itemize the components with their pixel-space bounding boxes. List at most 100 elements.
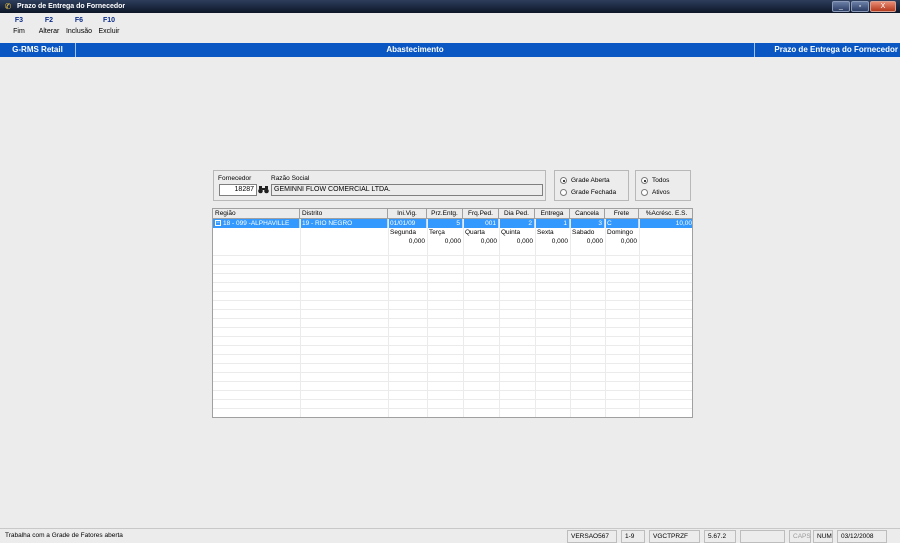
subcol-quinta: Quinta: [501, 229, 521, 236]
supplier-name-field: GEMINNI FLOW COMERCIAL LTDA.: [271, 184, 543, 196]
supplier-group: Fornecedor Razão Social 18287 GEMINNI FL…: [213, 170, 546, 201]
function-key-toolbar: F3 Fim F2 Alterar F6 Inclusão F10 Exclui…: [0, 13, 900, 42]
cell-frete: C: [605, 219, 639, 228]
grid-row-line: [213, 417, 693, 418]
minimize-button[interactable]: _: [832, 1, 850, 12]
grid-col-line: [388, 219, 389, 417]
val-quarta[interactable]: 0,000: [463, 237, 499, 246]
excluir-button[interactable]: F10 Excluir: [94, 13, 124, 42]
radio-label: Grade Aberta: [571, 177, 610, 184]
col-dia-ped[interactable]: Dia Ped.: [499, 209, 535, 219]
col-entrega[interactable]: Entrega: [535, 209, 570, 219]
grid-row-line: [213, 255, 692, 256]
col-acresc[interactable]: %Acrésc. E.S.: [639, 209, 692, 219]
cell-ini-vig: 01/01/09: [388, 219, 427, 228]
subcol-segunda: Segunda: [390, 229, 417, 236]
grade-fechada-radio[interactable]: Grade Fechada: [560, 189, 616, 196]
radio-unselected-icon: [641, 189, 648, 196]
grid-col-line: [535, 219, 536, 417]
grid-header: Região Distrito Ini.Vig. Prz.Entg. Frq.P…: [213, 209, 692, 219]
val-sabado[interactable]: 0,000: [570, 237, 605, 246]
program-panel: VGCTPRZF: [649, 530, 700, 543]
val-terca[interactable]: 0,000: [427, 237, 463, 246]
grid-row-line: [213, 345, 692, 346]
grid-row-line: [213, 282, 692, 283]
close-button[interactable]: X: [870, 1, 896, 12]
grade-aberta-radio[interactable]: Grade Aberta: [560, 177, 610, 184]
fim-button[interactable]: F3 Fim: [4, 13, 34, 42]
subcol-sabado: Sabado: [572, 229, 595, 236]
app-icon: ✆: [4, 1, 12, 11]
subcol-domingo: Domingo: [607, 229, 634, 236]
col-frq-ped[interactable]: Frq.Ped.: [463, 209, 499, 219]
cell-prz-entg: 5: [427, 219, 463, 228]
grid-row-line: [213, 327, 692, 328]
cell-regiao: −18 - 099 -ALPHAVILLE: [213, 219, 300, 228]
val-sexta[interactable]: 0,000: [535, 237, 570, 246]
supplier-code-field[interactable]: 18287: [219, 184, 257, 196]
grid-col-line: [300, 219, 301, 417]
col-cancela[interactable]: Cancela: [570, 209, 605, 219]
grid-col-line: [639, 219, 640, 417]
radio-label: Grade Fechada: [571, 189, 617, 196]
button-label: Fim: [13, 28, 25, 35]
radio-selected-icon: [641, 177, 648, 184]
delivery-terms-grid[interactable]: Região Distrito Ini.Vig. Prz.Entg. Frq.P…: [212, 208, 693, 418]
subcol-quarta: Quarta: [465, 229, 485, 236]
status-filter-group: Todos Ativos: [635, 170, 691, 201]
num-indicator: NUM: [813, 530, 833, 543]
grid-col-line: [463, 219, 464, 417]
key-label: F3: [14, 17, 24, 24]
grid-row-line: [213, 399, 692, 400]
regiao-value: 18 - 099 -ALPHAVILLE: [223, 220, 290, 227]
button-label: Alterar: [38, 28, 60, 35]
col-ini-vig[interactable]: Ini.Vig.: [388, 209, 427, 219]
val-quinta[interactable]: 0,000: [499, 237, 535, 246]
grid-row-line: [213, 300, 692, 301]
screen-name: Prazo de Entrega do Fornecedor: [754, 43, 900, 57]
grid-row-line: [213, 372, 692, 373]
maximize-button[interactable]: ▫: [851, 1, 869, 12]
collapse-icon[interactable]: −: [215, 220, 221, 227]
binoculars-icon: [258, 186, 269, 194]
col-prz-entg[interactable]: Prz.Entg.: [427, 209, 463, 219]
grid-row-line: [213, 336, 692, 337]
title-bar: ✆ Prazo de Entrega do Fornecedor _ ▫ X: [0, 0, 900, 13]
grid-row-line: [213, 354, 692, 355]
subcol-terca: Terça: [429, 229, 445, 236]
weekday-subheader: Segunda Terça Quarta Quinta Sexta Sabado…: [213, 228, 692, 237]
grid-row-line: [213, 291, 692, 292]
module-header: G-RMS Retail Abastecimento Prazo de Entr…: [0, 43, 900, 57]
key-label: F6: [74, 17, 84, 24]
cell-distrito: 19 - RIO NEGRO: [300, 219, 388, 228]
radio-selected-icon: [560, 177, 567, 184]
weekday-values: 0,000 0,000 0,000 0,000 0,000 0,000 0,00…: [213, 237, 692, 246]
grid-row-line: [213, 273, 692, 274]
val-segunda[interactable]: 0,000: [388, 237, 427, 246]
subcol-sexta: Sexta: [537, 229, 554, 236]
empty-panel: [740, 530, 785, 543]
val-domingo[interactable]: 0,000: [605, 237, 639, 246]
date-panel: 03/12/2008: [837, 530, 887, 543]
supplier-code-label: Fornecedor: [218, 175, 252, 182]
cell-entrega: 1: [535, 219, 570, 228]
table-row-selected[interactable]: −18 - 099 -ALPHAVILLE 19 - RIO NEGRO 01/…: [213, 219, 692, 228]
col-regiao[interactable]: Região: [213, 209, 300, 219]
col-distrito[interactable]: Distrito: [300, 209, 388, 219]
button-label: Inclusão: [65, 28, 93, 35]
cell-dia-ped: 2: [499, 219, 535, 228]
ativos-radio[interactable]: Ativos: [641, 189, 670, 196]
window-controls: _ ▫ X: [832, 1, 896, 12]
col-frete[interactable]: Frete: [605, 209, 639, 219]
build-panel: 5.67.2: [704, 530, 736, 543]
alterar-button[interactable]: F2 Alterar: [34, 13, 64, 42]
grid-row-line: [213, 264, 692, 265]
inclusao-button[interactable]: F6 Inclusão: [64, 13, 94, 42]
binoculars-search-icon[interactable]: [258, 184, 269, 196]
grid-col-line: [499, 219, 500, 417]
radio-label: Todos: [652, 177, 670, 184]
grid-col-line: [427, 219, 428, 417]
grid-row-line: [213, 309, 692, 310]
todos-radio[interactable]: Todos: [641, 177, 669, 184]
range-panel: 1-9: [621, 530, 645, 543]
